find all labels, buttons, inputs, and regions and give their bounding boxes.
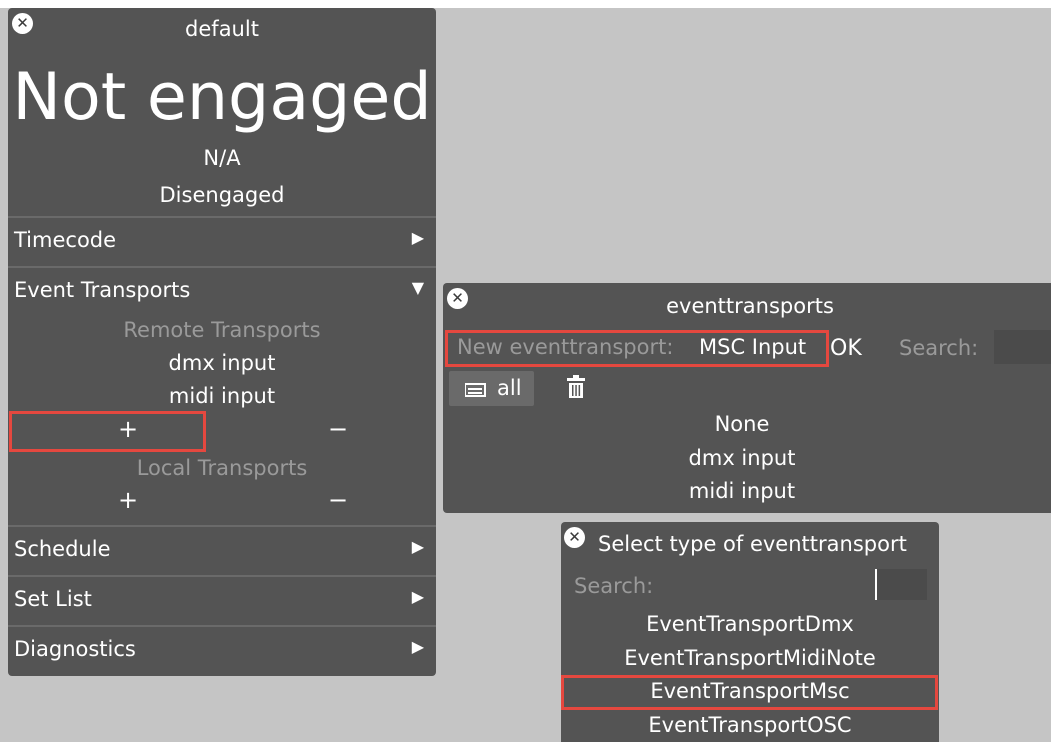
- panel-title: Select type of eventtransport: [598, 532, 907, 556]
- list-item[interactable]: dmx input: [433, 446, 1051, 470]
- list-icon: [465, 383, 486, 397]
- remote-transport-item[interactable]: midi input: [8, 384, 436, 408]
- type-option[interactable]: EventTransportMidiNote: [561, 646, 939, 670]
- section-label: Diagnostics: [14, 637, 136, 661]
- chevron-right-icon: ▶: [411, 637, 424, 656]
- type-option[interactable]: EventTransportOSC: [561, 713, 939, 737]
- main-panel: ✕ default Not engaged N/A Disengaged Tim…: [8, 8, 436, 676]
- search-label: Search:: [574, 574, 654, 598]
- chevron-right-icon: ▶: [411, 587, 424, 606]
- type-option[interactable]: EventTransportDmx: [561, 612, 939, 636]
- section-event-transports[interactable]: Event Transports ▼: [8, 266, 436, 317]
- search-input[interactable]: [994, 330, 1051, 364]
- add-remote-highlight: [9, 411, 206, 452]
- status-state: Disengaged: [159, 183, 285, 207]
- section-timecode[interactable]: Timecode ▶: [8, 216, 436, 267]
- add-local-transport-button[interactable]: +: [118, 486, 138, 514]
- section-set-list[interactable]: Set List ▶: [8, 575, 436, 626]
- remote-transports-label: Remote Transports: [123, 318, 321, 342]
- chevron-right-icon: ▶: [411, 228, 424, 247]
- list-item[interactable]: None: [433, 412, 1051, 436]
- chevron-right-icon: ▶: [411, 537, 424, 556]
- local-transports-label: Local Transports: [136, 456, 308, 480]
- search-input[interactable]: [875, 569, 927, 600]
- filter-all-button[interactable]: all: [449, 371, 534, 406]
- list-item[interactable]: midi input: [433, 479, 1051, 503]
- section-diagnostics[interactable]: Diagnostics ▶: [8, 625, 436, 676]
- close-icon[interactable]: ✕: [564, 527, 585, 548]
- new-eventtransport-highlight: [445, 330, 829, 367]
- select-type-panel: ✕ Select type of eventtransport Search: …: [561, 522, 939, 742]
- chevron-down-icon: ▼: [411, 278, 424, 297]
- top-strip: [0, 0, 1051, 8]
- section-label: Set List: [14, 587, 92, 611]
- remove-local-transport-button[interactable]: −: [328, 486, 348, 514]
- ok-button[interactable]: OK: [830, 336, 862, 361]
- status-na: N/A: [203, 146, 241, 170]
- section-label: Schedule: [14, 537, 111, 561]
- trash-icon[interactable]: [567, 375, 585, 399]
- section-label: Event Transports: [14, 278, 191, 302]
- filter-all-label: all: [497, 376, 522, 400]
- remove-remote-transport-button[interactable]: −: [328, 415, 348, 443]
- eventtransports-panel: ✕ eventtransports New eventtransport: MS…: [443, 283, 1051, 513]
- engagement-status: Not engaged: [12, 60, 432, 135]
- remote-transport-item[interactable]: dmx input: [8, 351, 436, 375]
- panel-title: eventtransports: [666, 294, 834, 318]
- panel-title: default: [185, 17, 259, 41]
- section-schedule[interactable]: Schedule ▶: [8, 525, 436, 576]
- type-option-highlight: [561, 675, 938, 710]
- section-label: Timecode: [14, 228, 117, 252]
- search-label: Search:: [899, 336, 979, 360]
